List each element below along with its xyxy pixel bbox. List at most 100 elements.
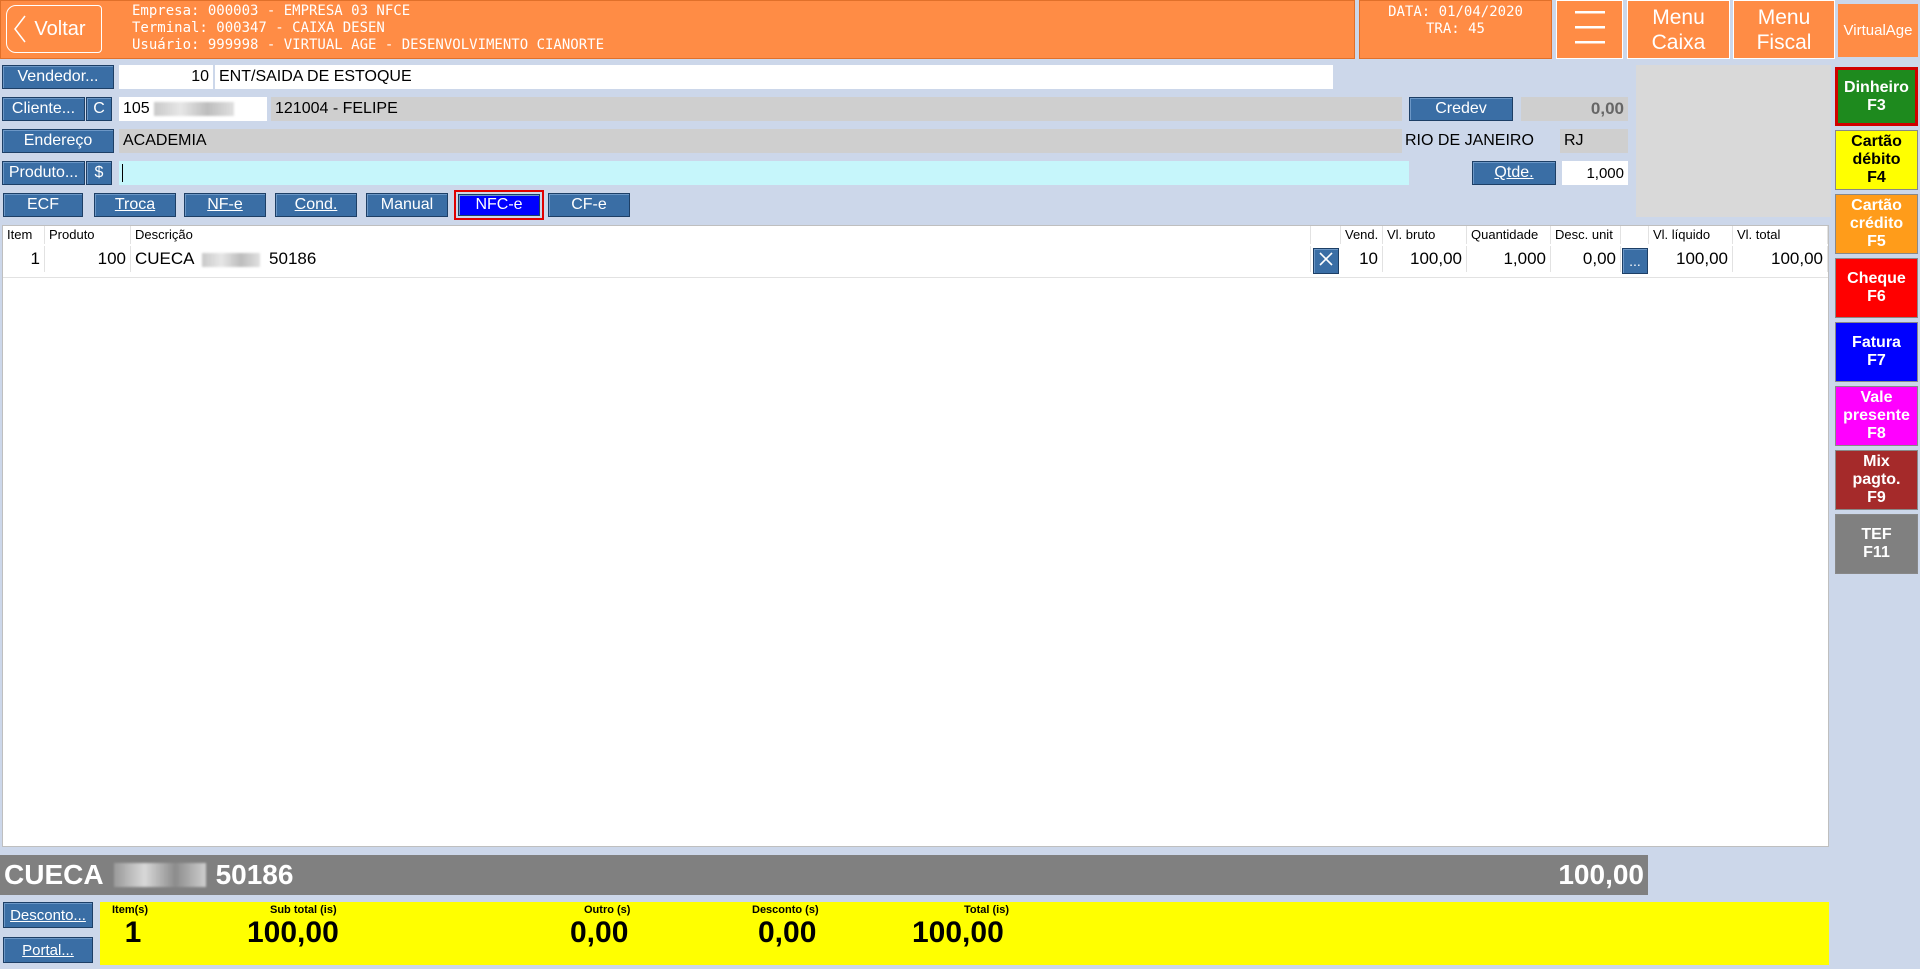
cliente-name: 121004 - FELIPE — [275, 100, 398, 117]
outro-label: Outro (s) — [584, 904, 631, 916]
payment-dinheiro-button[interactable]: Dinheiro F3 — [1835, 67, 1918, 126]
payment-tef-button[interactable]: TEF F11 — [1835, 514, 1918, 574]
header-info-panel: Empresa: 000003 - EMPRESA 03 NFCE Termin… — [116, 3, 1346, 57]
total-block: Total (is) 100,00 — [800, 904, 1020, 950]
cell-desc-unit: 0,00 — [1551, 246, 1621, 272]
produto-input[interactable] — [119, 161, 1409, 185]
vendedor-name-field: ENT/SAIDA DE ESTOQUE — [215, 65, 1333, 89]
preview-panel — [1636, 65, 1831, 217]
produto-button[interactable]: Produto... — [2, 161, 85, 185]
itens-block: Item(s) 1 — [112, 904, 172, 950]
subtotal-value: 100,00 — [247, 916, 339, 949]
credev-button[interactable]: Credev — [1409, 97, 1513, 121]
itens-value: 1 — [124, 916, 142, 949]
uf-field: RJ — [1560, 129, 1628, 153]
vendedor-button[interactable]: Vendedor... — [2, 65, 114, 89]
qtde-field[interactable]: 1,000 — [1562, 161, 1628, 185]
cell-vl-liquido: 100,00 — [1649, 246, 1733, 272]
cell-descricao: CUECA 50186 — [131, 246, 1311, 272]
cell-descricao-a: CUECA — [135, 249, 194, 268]
troca-label: Troca — [114, 196, 156, 213]
summary-product-b: 50186 — [215, 859, 294, 890]
credev-value-field: 0,00 — [1521, 97, 1628, 121]
cfe-button[interactable]: CF-e — [548, 193, 630, 217]
cliente-code-field[interactable]: 105 — [119, 97, 267, 121]
nfe-button[interactable]: NF-e — [184, 193, 266, 217]
cidade-field: RIO DE JANEIRO — [1403, 129, 1553, 153]
manual-button[interactable]: Manual — [366, 193, 448, 217]
qtde-button[interactable]: Qtde. — [1472, 161, 1556, 185]
payment-cheque-button[interactable]: Cheque F6 — [1835, 258, 1918, 318]
payment-debito-button[interactable]: Cartão débito F4 — [1835, 130, 1918, 190]
endereco-label: Endereço — [23, 132, 93, 149]
summary-product-value: 100,00 — [1558, 859, 1644, 890]
credev-label: Credev — [1435, 100, 1487, 117]
payment-dinheiro-label: Dinheiro F3 — [1844, 78, 1909, 114]
vendedor-code-field[interactable]: 10 — [119, 65, 213, 89]
payment-column: Dinheiro F3 Cartão débito F4 Cartão créd… — [1835, 65, 1918, 965]
payment-fatura-button[interactable]: Fatura F7 — [1835, 322, 1918, 382]
vendedor-label: Vendedor... — [17, 68, 99, 85]
outro-block: Outro (s) 0,00 — [460, 904, 660, 950]
qtde-value: 1,000 — [1586, 164, 1624, 182]
portal-label: Portal... — [22, 941, 74, 959]
cell-produto: 100 — [45, 246, 131, 272]
delete-item-button[interactable] — [1313, 248, 1339, 274]
cliente-button[interactable]: Cliente... — [2, 97, 85, 121]
desconto-label: Desconto... — [10, 906, 86, 924]
hamburger-button[interactable] — [1556, 0, 1623, 59]
qtde-label: Qtde. — [1494, 164, 1534, 181]
troca-button[interactable]: Troca — [94, 193, 176, 217]
menu-caixa-button[interactable]: Menu Caixa — [1627, 0, 1730, 59]
cliente-label: Cliente... — [11, 100, 76, 117]
cond-button[interactable]: Cond. — [275, 193, 357, 217]
chevron-left-icon — [13, 14, 27, 44]
endereco-button[interactable]: Endereço — [2, 129, 114, 153]
nfe-label: NF-e — [207, 196, 243, 213]
portal-button[interactable]: Portal... — [3, 937, 93, 963]
total-label: Total (is) — [964, 904, 1010, 916]
tra-text: TRA: 45 — [1425, 21, 1485, 37]
payment-cheque-label: Cheque F6 — [1847, 270, 1906, 305]
nfce-inner: NFC-e — [458, 194, 540, 216]
brand-logo: VirtualAge — [1838, 4, 1918, 57]
dollar-icon: $ — [94, 164, 104, 181]
redacted-text — [113, 863, 206, 887]
payment-fatura-label: Fatura F7 — [1852, 334, 1901, 369]
back-button[interactable]: Voltar — [6, 5, 102, 53]
cliente-c-button[interactable]: C — [86, 97, 112, 121]
brand-text: VirtualAge — [1843, 22, 1913, 39]
date-text: DATA: 01/04/2020 — [1388, 4, 1523, 20]
payment-credito-button[interactable]: Cartão crédito F5 — [1835, 194, 1918, 254]
nfce-button[interactable]: NFC-e — [454, 190, 544, 220]
cell-vl-bruto: 100,00 — [1383, 246, 1467, 272]
cell-quantidade: 1,000 — [1467, 246, 1551, 272]
ecf-button[interactable]: ECF — [3, 193, 83, 217]
subtotal-label: Sub total (is) — [270, 904, 337, 916]
menu-fiscal-button[interactable]: Menu Fiscal — [1733, 0, 1835, 59]
cond-label: Cond. — [294, 196, 338, 213]
endereco-value: ACADEMIA — [123, 132, 207, 149]
total-value: 100,00 — [912, 916, 1004, 949]
nfce-label: NFC-e — [475, 196, 523, 213]
payment-vale-button[interactable]: Vale presente F8 — [1835, 386, 1918, 446]
usuario-text: Usuário: 999998 - VIRTUAL AGE - DESENVOL… — [132, 37, 605, 53]
cliente-c-label: C — [93, 100, 105, 117]
terminal-text: Terminal: 000347 - CAIXA DESEN — [132, 20, 385, 36]
redacted-text — [202, 252, 261, 267]
close-icon — [1318, 251, 1334, 272]
table-row[interactable]: 1 100 CUECA 50186 10 100,00 1,000 0,00 .… — [3, 226, 1828, 278]
date-panel: DATA: 01/04/2020 TRA: 45 — [1359, 0, 1552, 59]
produto-label: Produto... — [8, 164, 79, 181]
produto-dollar-button[interactable]: $ — [86, 161, 112, 185]
cidade-value: RIO DE JANEIRO — [1405, 132, 1534, 149]
desconto-button[interactable]: Desconto... — [3, 902, 93, 928]
payment-debito-label: Cartão débito F4 — [1851, 133, 1902, 186]
more-label: ... — [1629, 253, 1641, 269]
item-more-button[interactable]: ... — [1622, 248, 1648, 274]
endereco-field: ACADEMIA — [119, 129, 1402, 153]
cfe-label: CF-e — [571, 196, 607, 213]
menu-fiscal-label: Menu Fiscal — [1756, 5, 1812, 54]
outro-value: 0,00 — [570, 916, 629, 949]
payment-mix-button[interactable]: Mix pagto. F9 — [1835, 450, 1918, 510]
